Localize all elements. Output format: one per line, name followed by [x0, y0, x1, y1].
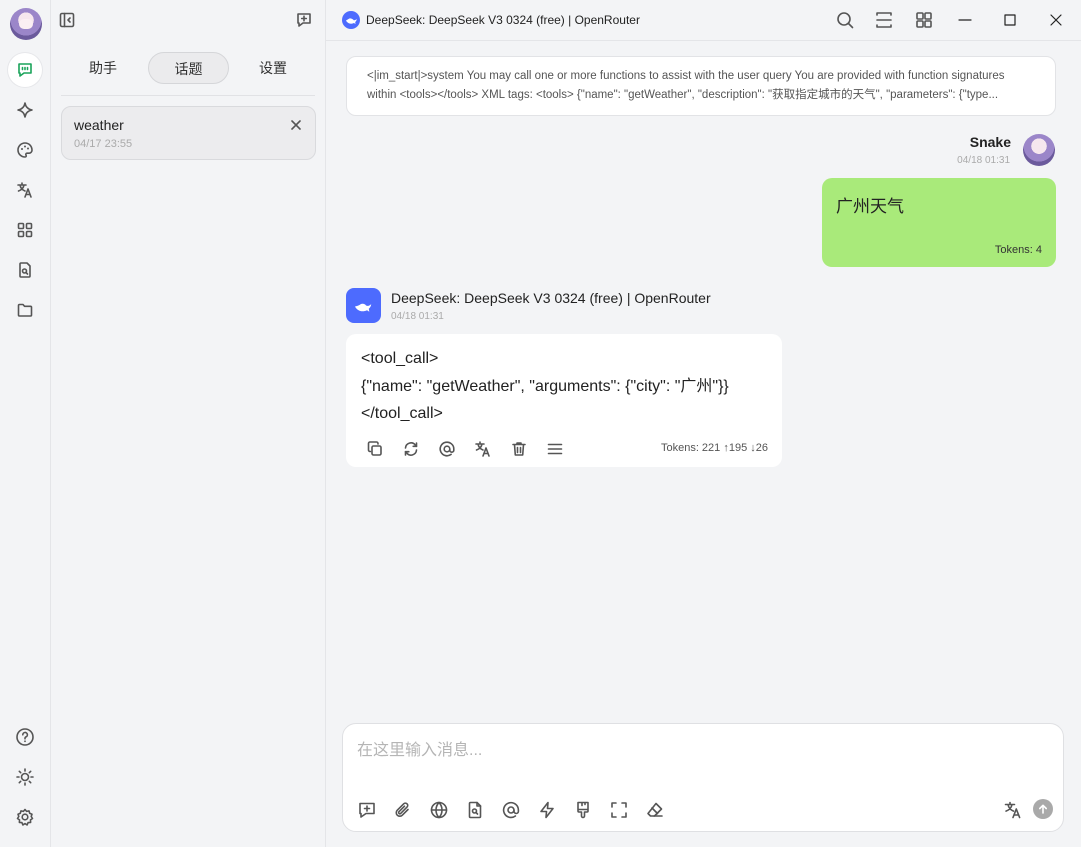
delete-icon[interactable]: [510, 440, 528, 458]
topic-sidebar: 助手 话题 设置 weather 04/17 23:55: [51, 0, 326, 847]
sun-icon[interactable]: [8, 760, 42, 794]
close-icon[interactable]: [289, 118, 303, 132]
apps-icon[interactable]: [8, 213, 42, 247]
chat-icon[interactable]: [8, 53, 42, 87]
system-prompt-card[interactable]: <|im_start|>system You may call one or m…: [346, 56, 1056, 116]
maximize-icon[interactable]: [1000, 10, 1020, 30]
help-icon[interactable]: [8, 720, 42, 754]
sidebar-toggle-icon[interactable]: [58, 11, 76, 29]
clear-icon[interactable]: [645, 800, 665, 820]
palette-icon[interactable]: [8, 133, 42, 167]
send-icon[interactable]: [1033, 799, 1053, 819]
close-window-icon[interactable]: [1046, 10, 1066, 30]
minimize-icon[interactable]: [955, 10, 975, 30]
user-avatar[interactable]: [1023, 134, 1055, 166]
sidebar-header: [51, 0, 326, 40]
chat-area: <|im_start|>system You may call one or m…: [326, 41, 1081, 847]
message-timestamp: 04/18 01:31: [391, 311, 444, 322]
left-rail: [0, 0, 51, 847]
translate-icon[interactable]: [8, 173, 42, 207]
copy-icon[interactable]: [366, 440, 384, 458]
quick-phrase-icon[interactable]: [537, 800, 557, 820]
topic-item[interactable]: weather 04/17 23:55: [61, 106, 316, 160]
topic-title: weather: [74, 117, 124, 133]
new-topic-icon[interactable]: [357, 800, 377, 820]
assistant-message-bubble: <tool_call> {"name": "getWeather", "argu…: [346, 334, 782, 467]
user-message-bubble: 广州天气 Tokens: 4: [822, 178, 1056, 267]
system-prompt-line: <|im_start|>system You may call one or m…: [367, 70, 1005, 82]
mention-icon[interactable]: [501, 800, 521, 820]
model-avatar-icon[interactable]: [346, 288, 381, 323]
window-title: DeepSeek: DeepSeek V3 0324 (free) | Open…: [366, 13, 640, 27]
settings-icon[interactable]: [8, 800, 42, 834]
layout-icon[interactable]: [914, 10, 934, 30]
regenerate-icon[interactable]: [402, 440, 420, 458]
tab-topics[interactable]: 话题: [148, 52, 229, 84]
knowledge-icon[interactable]: [465, 800, 485, 820]
message-text: <tool_call> {"name": "getWeather", "argu…: [361, 350, 729, 422]
web-search-icon[interactable]: [429, 800, 449, 820]
export-icon[interactable]: [874, 10, 894, 30]
file-search-icon[interactable]: [8, 253, 42, 287]
sidebar-tabs: 助手 话题 设置: [61, 50, 315, 96]
mention-icon[interactable]: [438, 440, 456, 458]
topic-timestamp: 04/17 23:55: [74, 138, 133, 150]
tab-assistants[interactable]: 助手: [73, 52, 133, 84]
title-bar: DeepSeek: DeepSeek V3 0324 (free) | Open…: [326, 0, 1081, 41]
message-composer: [342, 723, 1064, 832]
sparkle-icon[interactable]: [8, 93, 42, 127]
model-name: DeepSeek: DeepSeek V3 0324 (free) | Open…: [391, 290, 711, 306]
token-count: Tokens: 221 ↑195 ↓26: [660, 442, 768, 454]
model-logo-icon: [342, 11, 360, 29]
user-avatar[interactable]: [10, 8, 42, 40]
translate-icon[interactable]: [1003, 800, 1023, 820]
search-icon[interactable]: [835, 10, 855, 30]
new-topic-icon[interactable]: [295, 11, 313, 29]
fullscreen-icon[interactable]: [609, 800, 629, 820]
tab-settings[interactable]: 设置: [243, 52, 303, 84]
folder-icon[interactable]: [8, 293, 42, 327]
attachment-icon[interactable]: [393, 800, 413, 820]
token-count: Tokens: 4: [994, 244, 1042, 256]
message-timestamp: 04/18 01:31: [957, 155, 1010, 166]
brush-icon[interactable]: [573, 800, 593, 820]
user-name: Snake: [969, 134, 1011, 150]
menu-icon[interactable]: [546, 440, 564, 458]
message-input[interactable]: [357, 736, 1047, 766]
message-text: 广州天气: [836, 197, 904, 216]
translate-icon[interactable]: [474, 440, 492, 458]
system-prompt-line: within <tools></tools> XML tags: <tools>…: [367, 89, 999, 101]
